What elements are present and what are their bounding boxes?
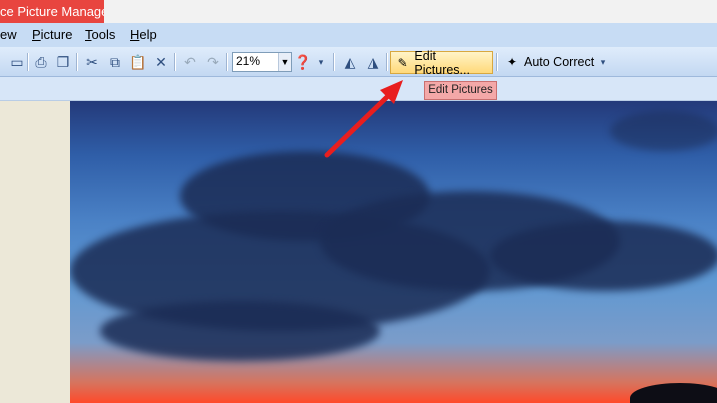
redo-icon[interactable]: ↷ bbox=[203, 52, 223, 72]
menu-view[interactable]: ew bbox=[0, 27, 17, 42]
cloud bbox=[490, 221, 717, 291]
toolbar-options-icon[interactable]: ▾ bbox=[316, 52, 326, 72]
cloud bbox=[100, 301, 380, 361]
title-bar: ce Picture Manager bbox=[0, 0, 717, 23]
toolbar-separator bbox=[226, 53, 228, 71]
left-pane bbox=[0, 101, 70, 403]
edit-picture-icon: ✎ bbox=[397, 55, 408, 70]
auto-correct-icon: ✦ bbox=[506, 54, 518, 69]
rotate-right-icon[interactable]: ◮ bbox=[363, 52, 383, 72]
toolbar-strip bbox=[0, 77, 717, 101]
print-icon[interactable]: ⎙ bbox=[31, 52, 51, 72]
help-icon[interactable]: ❓ bbox=[293, 52, 313, 72]
auto-correct-label: Auto Correct bbox=[524, 54, 595, 69]
chevron-down-icon[interactable]: ▼ bbox=[278, 53, 291, 71]
toolbar-separator bbox=[174, 53, 176, 71]
toolbar-separator bbox=[76, 53, 78, 71]
standard-toolbar: ▭ ⎙ ❐ ✂ ⧉ 📋 ✕ ↶ ↷ ❓ ▾ ◭ ◮ ▾ bbox=[0, 47, 717, 77]
toolbar-separator bbox=[496, 53, 498, 71]
save-icon[interactable]: ▭ bbox=[7, 52, 27, 72]
auto-correct-button[interactable]: ✦ Auto Correct bbox=[500, 51, 596, 72]
tooltip: Edit Pictures bbox=[424, 81, 497, 100]
menu-tools[interactable]: Tools bbox=[85, 27, 115, 42]
edit-pictures-button[interactable]: ✎ Edit Pictures... bbox=[390, 48, 493, 77]
menu-picture[interactable]: Picture bbox=[32, 27, 72, 42]
toolbar-separator bbox=[386, 53, 388, 71]
toolbar-options-icon[interactable]: ▾ bbox=[598, 52, 608, 72]
copy-to-icon[interactable]: ❐ bbox=[53, 52, 73, 72]
cloud bbox=[610, 111, 717, 151]
zoom-select[interactable]: 21% ▼ bbox=[232, 52, 292, 72]
menu-help[interactable]: Help bbox=[130, 27, 157, 42]
picture-preview bbox=[70, 101, 717, 403]
cut-icon[interactable]: ✂ bbox=[82, 52, 102, 72]
delete-icon[interactable]: ✕ bbox=[151, 52, 171, 72]
zoom-value: 21% bbox=[236, 54, 261, 68]
toolbar-separator bbox=[333, 53, 335, 71]
menu-bar: ew Picture Tools Help bbox=[0, 23, 717, 47]
paste-icon[interactable]: 📋 bbox=[128, 52, 148, 72]
toolbar-separator bbox=[27, 53, 29, 71]
window-title: ce Picture Manager bbox=[0, 0, 104, 23]
edit-pictures-label: Edit Pictures... bbox=[414, 48, 470, 77]
undo-icon[interactable]: ↶ bbox=[180, 52, 200, 72]
copy-icon[interactable]: ⧉ bbox=[105, 52, 125, 72]
hill-silhouette bbox=[630, 383, 717, 403]
rotate-left-icon[interactable]: ◭ bbox=[340, 52, 360, 72]
